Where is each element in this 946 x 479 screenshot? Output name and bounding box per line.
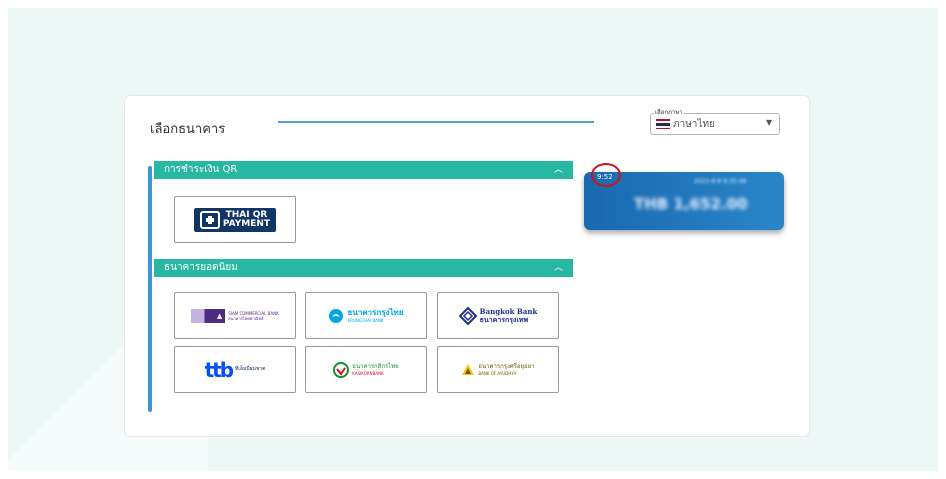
bangkok-bank-name: Bangkok Bank xyxy=(479,306,538,316)
section-label-qr: การชำระเงิน QR xyxy=(164,164,238,175)
bangkok-bank-diamond-icon xyxy=(458,306,477,325)
kasikorn-name: ธนาคารกสิกรไทย xyxy=(352,362,399,370)
bank-button-bangkok-bank[interactable]: Bangkok Bank ธนาคารกรุงเทพ xyxy=(437,292,559,339)
krungsri-name: ธนาคารกรุงศรีอยุธยา xyxy=(478,362,535,370)
krungsri-logo-icon xyxy=(462,363,475,375)
section-accent-bar xyxy=(148,166,152,412)
thai-qr-sub: PAYMENT xyxy=(222,218,271,229)
bangkok-bank-sub: ธนาคารกรุงเทพ xyxy=(479,315,529,324)
bank-button-ttb[interactable]: ttb ทีเอ็มบีธนชาต xyxy=(174,346,296,393)
section-label-popular: ธนาคารยอดนิยม xyxy=(164,262,238,273)
qr-icon xyxy=(199,210,220,229)
section-header-qr[interactable]: การชำระเงิน QR ︿ xyxy=(154,161,573,179)
krungsri-sub: BANK OF AYUDHYA xyxy=(478,370,517,376)
language-select-label: เลือกภาษา xyxy=(654,107,684,117)
bank-button-scb[interactable]: ▲ SIAM COMMERCIAL BANK ธนาคารไทยพาณิชย์ xyxy=(174,292,296,339)
section-header-popular[interactable]: ธนาคารยอดนิยม ︿ xyxy=(154,259,573,277)
krungthai-sub: KRUNGTHAI BANK xyxy=(347,317,384,323)
kasikorn-sub: KASIKORNBANK xyxy=(352,370,384,376)
ttb-logo: ttb xyxy=(204,357,234,382)
krungthai-name: ธนาคารกรุงไทย xyxy=(347,307,404,317)
bank-button-krungthai[interactable]: ธนาคารกรุงไทย KRUNGTHAI BANK xyxy=(305,292,427,339)
payment-date: 2021-8-8 9:35:48 xyxy=(694,178,747,185)
title-divider xyxy=(278,121,594,123)
countdown-timer: 9:52 xyxy=(597,173,613,181)
thai-flag-icon xyxy=(656,119,670,129)
thai-qr-logo: THAI QR PAYMENT xyxy=(193,207,277,232)
bank-button-thai-qr[interactable]: THAI QR PAYMENT xyxy=(174,196,296,243)
ttb-sub: ทีเอ็มบีธนชาต xyxy=(235,366,266,372)
page-title: เลือกธนาคาร xyxy=(150,122,226,137)
bank-button-kasikorn[interactable]: ธนาคารกสิกรไทย KASIKORNBANK xyxy=(305,346,427,393)
language-selected-value: ภาษาไทย xyxy=(673,119,715,130)
chevron-up-icon[interactable]: ︿ xyxy=(554,161,563,179)
chevron-up-icon[interactable]: ︿ xyxy=(554,259,563,277)
payment-amount: THB 1,652.00 xyxy=(634,195,748,213)
scb-name: SIAM COMMERCIAL BANK xyxy=(228,310,279,316)
bank-button-krungsri[interactable]: ธนาคารกรุงศรีอยุธยา BANK OF AYUDHYA xyxy=(437,346,559,393)
krungthai-bird-icon xyxy=(329,308,344,323)
scb-sub: ธนาคารไทยพาณิชย์ xyxy=(228,315,264,321)
scb-logo-icon: ▲ xyxy=(191,308,226,323)
kasikorn-logo-icon xyxy=(333,361,350,378)
dropdown-caret-icon[interactable]: ▼ xyxy=(766,118,772,127)
